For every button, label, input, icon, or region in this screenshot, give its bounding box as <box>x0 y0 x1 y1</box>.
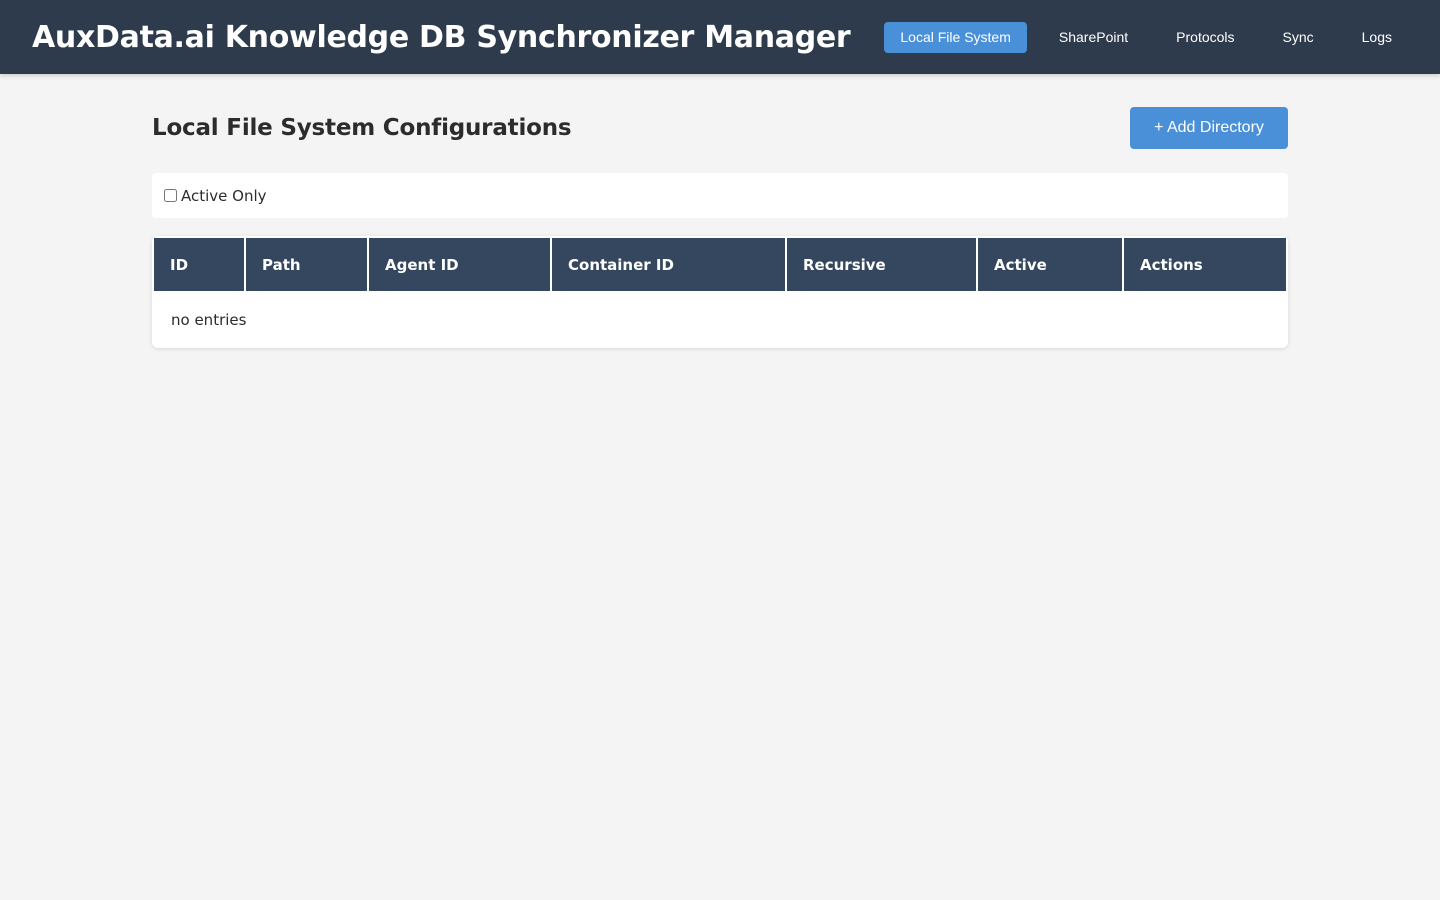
column-header-actions: Actions <box>1123 236 1288 291</box>
empty-row: no entries <box>153 291 1287 348</box>
table-header-row: ID Path Agent ID Container ID Recursive … <box>152 236 1288 291</box>
active-only-filter[interactable]: Active Only <box>164 187 267 205</box>
tab-sharepoint[interactable]: SharePoint <box>1043 22 1144 53</box>
filter-bar: Active Only <box>152 173 1288 218</box>
tab-protocols[interactable]: Protocols <box>1160 22 1250 53</box>
active-only-checkbox[interactable] <box>164 189 177 202</box>
column-header-active: Active <box>977 236 1124 291</box>
config-table-card: ID Path Agent ID Container ID Recursive … <box>152 236 1288 348</box>
tab-sync[interactable]: Sync <box>1267 22 1330 53</box>
column-header-agent-id: Agent ID <box>368 236 552 291</box>
active-only-label: Active Only <box>181 186 267 205</box>
column-header-path: Path <box>245 236 369 291</box>
app-header: AuxData.ai Knowledge DB Synchronizer Man… <box>0 0 1440 74</box>
tab-local-file-system[interactable]: Local File System <box>884 21 1027 53</box>
column-header-container-id: Container ID <box>551 236 787 291</box>
page-header: Local File System Configurations + Add D… <box>152 106 1288 149</box>
main-content: Local File System Configurations + Add D… <box>152 74 1288 348</box>
main-nav: Local File System SharePoint Protocols S… <box>884 21 1408 53</box>
config-table: ID Path Agent ID Container ID Recursive … <box>152 236 1288 348</box>
add-directory-button[interactable]: + Add Directory <box>1130 106 1288 149</box>
column-header-id: ID <box>152 236 246 291</box>
tab-logs[interactable]: Logs <box>1346 22 1408 53</box>
column-header-recursive: Recursive <box>786 236 978 291</box>
page-title: Local File System Configurations <box>152 114 572 141</box>
empty-message: no entries <box>171 310 247 329</box>
app-title: AuxData.ai Knowledge DB Synchronizer Man… <box>32 19 851 55</box>
